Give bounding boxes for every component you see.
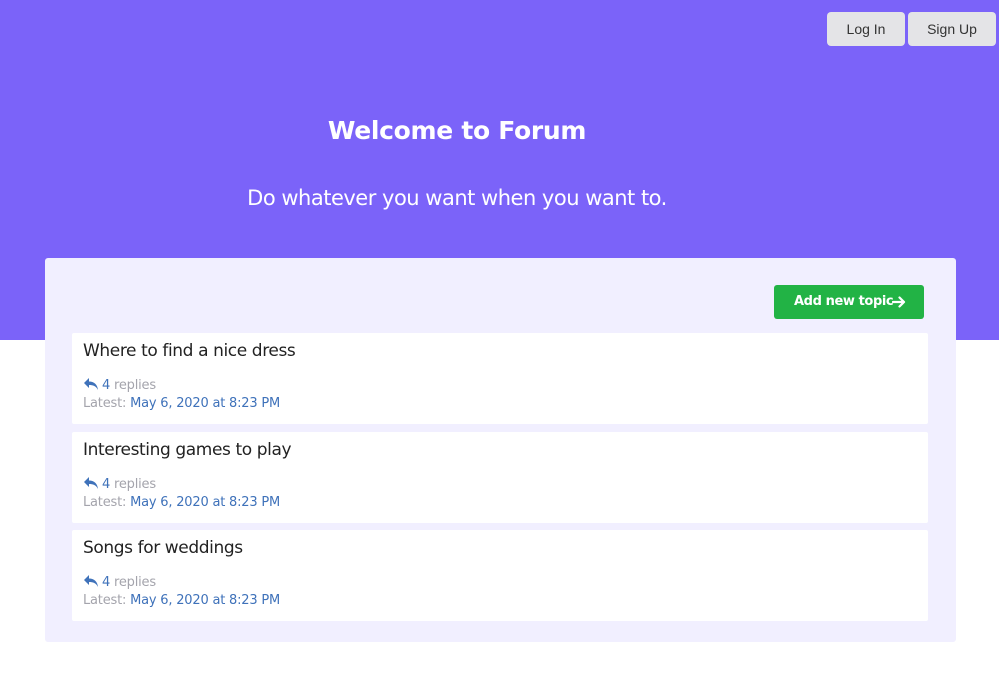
topic-latest: Latest: May 6, 2020 at 8:23 PM (83, 593, 280, 608)
topic-title-link[interactable]: Interesting games to play (83, 440, 292, 460)
login-button[interactable]: Log In (827, 12, 905, 46)
topic-replies: 4 replies (83, 476, 156, 492)
topic-item: Interesting games to play 4 replies Late… (72, 432, 928, 523)
reply-count: 4 (102, 477, 111, 492)
latest-label: Latest: (83, 495, 127, 510)
topic-item: Where to find a nice dress 4 replies Lat… (72, 333, 928, 424)
replies-label: replies (114, 477, 156, 492)
topic-title-link[interactable]: Songs for weddings (83, 538, 243, 558)
latest-date: May 6, 2020 at 8:23 PM (130, 593, 281, 608)
latest-label: Latest: (83, 593, 127, 608)
topic-replies: 4 replies (83, 574, 156, 590)
page-subtitle: Do whatever you want when you want to. (247, 186, 667, 210)
topics-panel: Add new topic Where to find a nice dress… (45, 258, 956, 642)
add-topic-label: Add new topic (794, 294, 894, 309)
page-title: Welcome to Forum (327, 116, 587, 145)
signup-button[interactable]: Sign Up (908, 12, 996, 46)
latest-label: Latest: (83, 396, 127, 411)
reply-icon (84, 477, 98, 489)
reply-count: 4 (102, 575, 111, 590)
reply-icon (84, 575, 98, 587)
topic-latest: Latest: May 6, 2020 at 8:23 PM (83, 396, 280, 411)
reply-count: 4 (102, 378, 111, 393)
topic-item: Songs for weddings 4 replies Latest: May… (72, 530, 928, 621)
arrow-right-icon (892, 296, 906, 308)
topic-title-link[interactable]: Where to find a nice dress (83, 341, 296, 361)
topic-replies: 4 replies (83, 377, 156, 393)
add-topic-button[interactable]: Add new topic (774, 285, 924, 319)
replies-label: replies (114, 378, 156, 393)
replies-label: replies (114, 575, 156, 590)
latest-date: May 6, 2020 at 8:23 PM (130, 396, 281, 411)
topic-latest: Latest: May 6, 2020 at 8:23 PM (83, 495, 280, 510)
reply-icon (84, 378, 98, 390)
latest-date: May 6, 2020 at 8:23 PM (130, 495, 281, 510)
